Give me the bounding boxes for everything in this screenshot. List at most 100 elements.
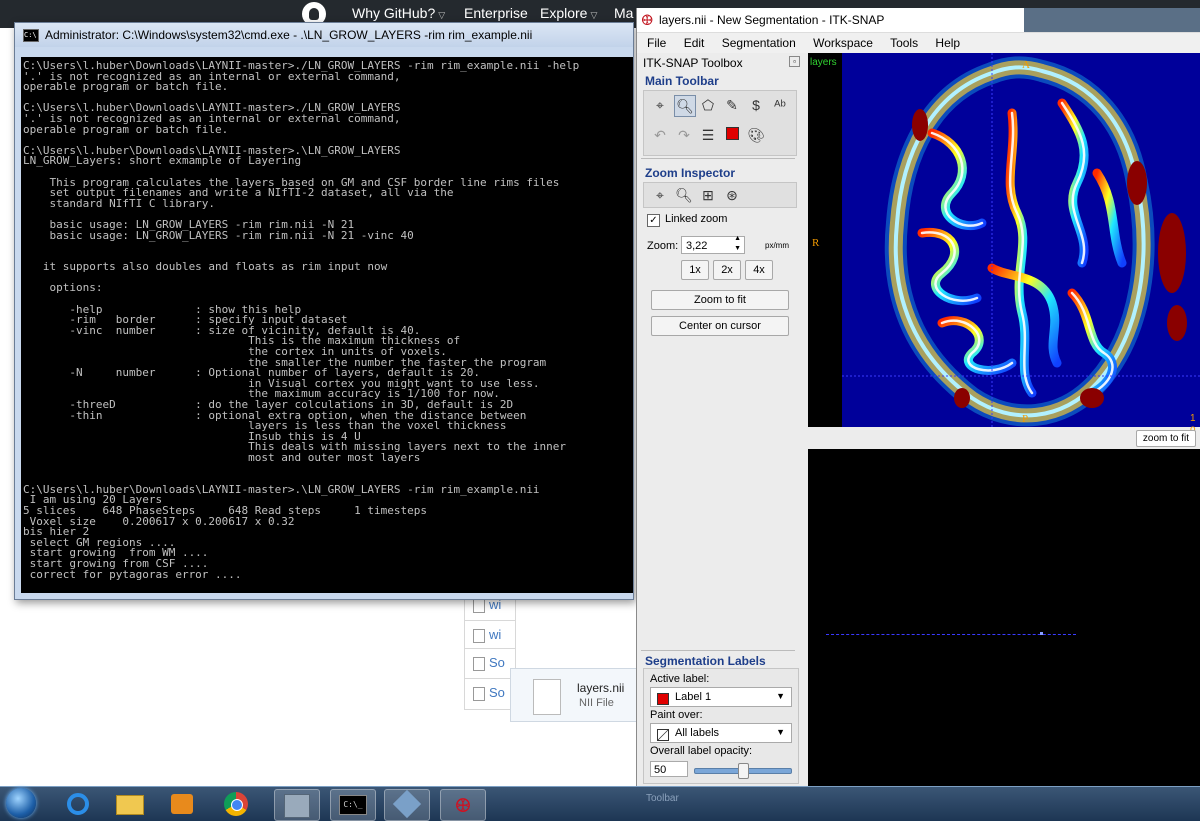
layers-icon[interactable]: ☰	[698, 125, 718, 145]
network-icon	[284, 794, 310, 818]
zoom-1x-button[interactable]: 1x	[681, 260, 709, 280]
menu-help[interactable]: Help	[935, 36, 960, 50]
layer-name-label: layers	[810, 57, 837, 68]
chevron-down-icon: ▽	[438, 10, 446, 20]
chevron-down-icon: ▽	[590, 10, 598, 20]
zoom-2x-button[interactable]: 2x	[713, 260, 741, 280]
console-output[interactable]: C:\Users\l.huber\Downloads\LAYNII-master…	[21, 57, 633, 593]
taskbar-itksnap[interactable]: 𐃏	[440, 789, 486, 821]
redo-icon[interactable]: ↷	[674, 125, 694, 145]
file-icon	[533, 679, 561, 715]
taskbar-ie[interactable]	[56, 789, 100, 819]
console-line: operable program or batch file.	[23, 122, 229, 136]
all-labels-icon	[657, 729, 669, 741]
crosshair-tool-icon[interactable]: ⌖	[650, 95, 670, 115]
internet-explorer-icon	[67, 793, 89, 815]
main-toolbar: ⌖ 🔍︎ ⬠ ✎ $ ᴬᵇ ↶ ↷ ☰ 🎨︎	[643, 90, 797, 156]
taskbar-app[interactable]	[384, 789, 430, 821]
snake-tool-icon[interactable]: $	[746, 95, 766, 115]
taskbar-network[interactable]	[274, 789, 320, 821]
zoom-tool-icon[interactable]: 🔍︎	[674, 95, 696, 117]
cmd-title: Administrator: C:\Windows\system32\cmd.e…	[45, 28, 533, 42]
polygon-tool-icon[interactable]: ⬠	[698, 95, 718, 115]
nav-enterprise[interactable]: Enterprise	[464, 5, 528, 21]
menu-segmentation[interactable]: Segmentation	[722, 36, 796, 50]
secondary-slice-view[interactable]	[808, 449, 1200, 786]
itk-title: layers.nii - New Segmentation - ITK-SNAP	[659, 13, 885, 27]
opacity-caption: Overall label opacity:	[650, 745, 753, 757]
center-on-cursor-button[interactable]: Center on cursor	[651, 316, 789, 336]
cmd-titlebar[interactable]: C:\ Administrator: C:\Windows\system32\c…	[15, 23, 633, 47]
toolbox-panel: ITK-SNAP Toolbox ▫ Main Toolbar ⌖ 🔍︎ ⬠ ✎…	[639, 54, 809, 786]
itk-titlebar[interactable]: 𐃏 layers.nii - New Segmentation - ITK-SN…	[637, 8, 1200, 33]
undock-icon[interactable]: ▫	[789, 56, 800, 67]
paint-over-select[interactable]: All labels ▼	[650, 723, 792, 743]
opacity-input[interactable]: 50	[650, 761, 688, 777]
opacity-slider-handle[interactable]	[738, 763, 749, 779]
palette-icon[interactable]: 🎨︎	[746, 125, 766, 145]
taskbar-explorer[interactable]	[108, 789, 152, 819]
taskbar: C:\_ 𐃏 Toolbar	[0, 786, 1200, 821]
console-icon: C:\	[23, 29, 39, 42]
label-color-icon[interactable]	[722, 125, 742, 145]
slice-image[interactable]	[842, 53, 1200, 427]
console-line: options:	[23, 281, 103, 295]
zoom-spinbox[interactable]: 3,22 ▲ ▼	[681, 234, 745, 254]
active-label-select[interactable]: Label 1 ▼	[650, 687, 792, 707]
media-player-icon	[171, 794, 193, 814]
start-button[interactable]	[6, 788, 36, 818]
download-item[interactable]: layers.nii NII File	[510, 668, 640, 722]
itksnap-window[interactable]: 𐃏 layers.nii - New Segmentation - ITK-SN…	[636, 8, 1200, 786]
orientation-left-label: R	[812, 237, 820, 249]
cursor-point	[1040, 632, 1043, 635]
nav-why-github[interactable]: Why GitHub? ▽	[352, 5, 445, 21]
zoom-to-fit-button[interactable]: Zoom to fit	[651, 290, 789, 310]
cursor-line	[826, 634, 1076, 635]
annotation-tool-icon[interactable]: ᴬᵇ	[770, 95, 790, 115]
cmd-window[interactable]: C:\ Administrator: C:\Windows\system32\c…	[14, 22, 634, 600]
taskbar-media[interactable]	[160, 789, 204, 819]
taskbar-chrome[interactable]	[214, 789, 258, 819]
menu-edit[interactable]: Edit	[684, 36, 705, 50]
spin-arrows-icon[interactable]: ▲ ▼	[734, 234, 741, 254]
zoom-inspector-title: Zoom Inspector	[645, 166, 736, 180]
zoom-4x-button[interactable]: 4x	[745, 260, 773, 280]
layout-icon[interactable]: ⊞	[698, 185, 718, 205]
axial-slice-view[interactable]: layers A R P 1	[808, 53, 1200, 435]
menu-workspace[interactable]: Workspace	[813, 36, 873, 50]
segmentation-labels-panel: Active label: Label 1 ▼ Paint over: All …	[643, 668, 799, 784]
active-label-caption: Active label:	[650, 673, 710, 685]
window-controls	[1024, 8, 1200, 32]
list-item[interactable]: So	[464, 648, 516, 680]
paint-over-caption: Paint over:	[650, 709, 703, 721]
download-filetype: NII File	[579, 697, 614, 709]
undo-icon[interactable]: ↶	[650, 125, 670, 145]
linked-zoom-checkbox[interactable]: ✓	[647, 214, 660, 227]
list-item[interactable]: So	[464, 678, 516, 710]
download-filename: layers.nii	[577, 681, 625, 695]
zoom-tool-icon[interactable]: 🔍︎	[674, 185, 694, 205]
file-icon	[473, 687, 485, 701]
zoom-label: Zoom:	[647, 240, 679, 252]
orientation-bottom-label: P	[1022, 413, 1029, 425]
menu-file[interactable]: File	[647, 36, 666, 50]
main-toolbar-title: Main Toolbar	[645, 74, 719, 88]
view-zoom-to-fit-button[interactable]: zoom to fit	[1136, 430, 1196, 447]
paintbrush-tool-icon[interactable]: ✎	[722, 95, 742, 115]
file-icon	[473, 599, 485, 613]
nav-marketplace[interactable]: Ma	[614, 5, 633, 21]
browser-background: wi wi So So	[0, 0, 516, 710]
crosshair-tool-icon[interactable]: ⌖	[650, 185, 670, 205]
menu-tools[interactable]: Tools	[890, 36, 918, 50]
nav-explore[interactable]: Explore ▽	[540, 5, 597, 21]
brain-layers-image	[842, 53, 1200, 427]
console-line: Voxel size 0.200617 x 0.200617 x 0.32	[23, 514, 295, 528]
taskbar-cmd[interactable]: C:\_	[330, 789, 376, 821]
view-icon[interactable]: ⊛	[722, 185, 742, 205]
chevron-down-icon: ▼	[776, 727, 785, 737]
itksnap-logo-icon: 𐃏	[641, 13, 654, 30]
label-color-swatch	[657, 693, 669, 705]
